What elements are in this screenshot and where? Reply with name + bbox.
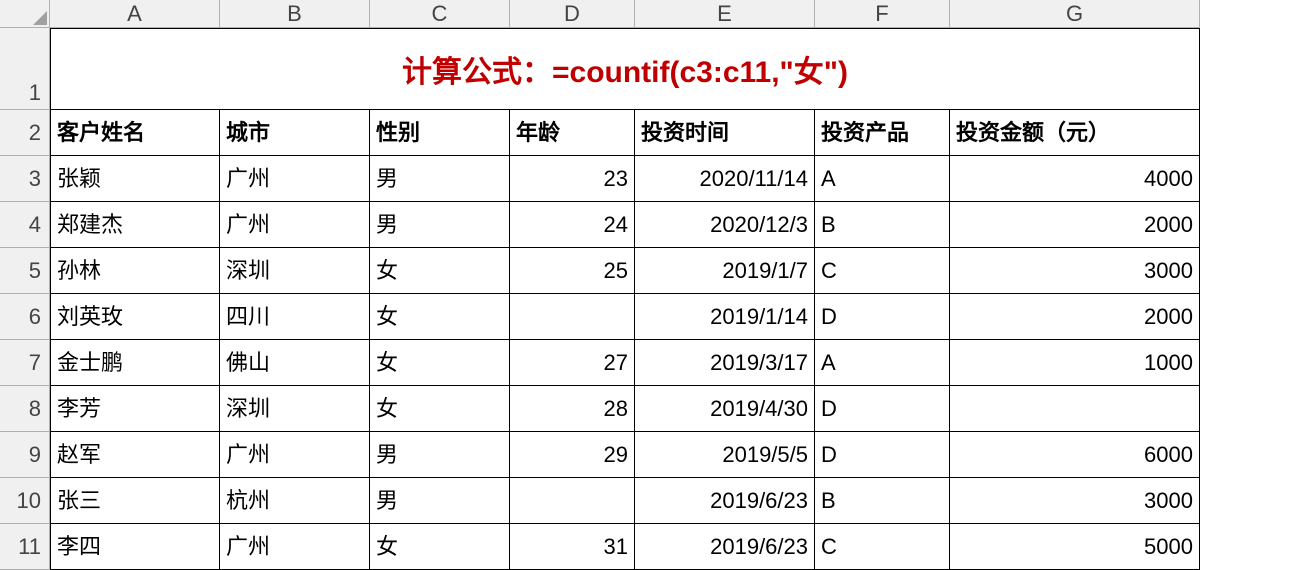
- cell-name[interactable]: 李芳: [50, 386, 220, 432]
- cell-date[interactable]: 2019/6/23: [635, 524, 815, 570]
- row-header[interactable]: 5: [0, 248, 50, 294]
- cell-name[interactable]: 张三: [50, 478, 220, 524]
- cell-name[interactable]: 李四: [50, 524, 220, 570]
- cell-gender[interactable]: 男: [370, 202, 510, 248]
- header-amount[interactable]: 投资金额（元）: [950, 110, 1200, 156]
- select-all-corner[interactable]: [0, 0, 50, 28]
- cell-gender[interactable]: 女: [370, 294, 510, 340]
- cell-age[interactable]: 23: [510, 156, 635, 202]
- header-city[interactable]: 城市: [220, 110, 370, 156]
- col-header-D[interactable]: D: [510, 0, 635, 28]
- cell-name[interactable]: 郑建杰: [50, 202, 220, 248]
- cell-age[interactable]: 24: [510, 202, 635, 248]
- header-age[interactable]: 年龄: [510, 110, 635, 156]
- row-header-1[interactable]: 1: [0, 28, 50, 110]
- cell-product[interactable]: C: [815, 524, 950, 570]
- row-header[interactable]: 8: [0, 386, 50, 432]
- header-name[interactable]: 客户姓名: [50, 110, 220, 156]
- cell-gender[interactable]: 女: [370, 248, 510, 294]
- cell-product[interactable]: D: [815, 294, 950, 340]
- cell-amount[interactable]: 4000: [950, 156, 1200, 202]
- cell-product[interactable]: A: [815, 340, 950, 386]
- cell-city[interactable]: 杭州: [220, 478, 370, 524]
- cell-name[interactable]: 刘英玫: [50, 294, 220, 340]
- cell-amount[interactable]: [950, 386, 1200, 432]
- cell-product[interactable]: D: [815, 432, 950, 478]
- cell-amount[interactable]: 6000: [950, 432, 1200, 478]
- cell-age[interactable]: 31: [510, 524, 635, 570]
- header-product[interactable]: 投资产品: [815, 110, 950, 156]
- cell-date[interactable]: 2019/6/23: [635, 478, 815, 524]
- cell-gender[interactable]: 男: [370, 432, 510, 478]
- cell-product[interactable]: B: [815, 202, 950, 248]
- cell-amount[interactable]: 3000: [950, 478, 1200, 524]
- cell-city[interactable]: 四川: [220, 294, 370, 340]
- cell-age[interactable]: 27: [510, 340, 635, 386]
- cell-age[interactable]: [510, 294, 635, 340]
- cell-gender[interactable]: 男: [370, 156, 510, 202]
- cell-age[interactable]: 25: [510, 248, 635, 294]
- cell-age[interactable]: 29: [510, 432, 635, 478]
- cell-city[interactable]: 广州: [220, 524, 370, 570]
- cell-name[interactable]: 赵军: [50, 432, 220, 478]
- col-header-B[interactable]: B: [220, 0, 370, 28]
- row-header[interactable]: 3: [0, 156, 50, 202]
- formula-title-cell[interactable]: 计算公式：=countif(c3:c11,"女"): [50, 28, 1200, 110]
- cell-amount[interactable]: 3000: [950, 248, 1200, 294]
- cell-date[interactable]: 2019/1/14: [635, 294, 815, 340]
- cell-city[interactable]: 深圳: [220, 248, 370, 294]
- row-header[interactable]: 4: [0, 202, 50, 248]
- row-header-2[interactable]: 2: [0, 110, 50, 156]
- header-date[interactable]: 投资时间: [635, 110, 815, 156]
- col-header-F[interactable]: F: [815, 0, 950, 28]
- cell-city[interactable]: 广州: [220, 156, 370, 202]
- cell-gender[interactable]: 男: [370, 478, 510, 524]
- header-gender[interactable]: 性别: [370, 110, 510, 156]
- cell-product[interactable]: D: [815, 386, 950, 432]
- cell-date[interactable]: 2019/3/17: [635, 340, 815, 386]
- cell-city[interactable]: 佛山: [220, 340, 370, 386]
- cell-date[interactable]: 2019/1/7: [635, 248, 815, 294]
- cell-age[interactable]: [510, 478, 635, 524]
- cell-product[interactable]: A: [815, 156, 950, 202]
- cell-product[interactable]: C: [815, 248, 950, 294]
- cell-gender[interactable]: 女: [370, 340, 510, 386]
- row-header[interactable]: 10: [0, 478, 50, 524]
- row-header[interactable]: 9: [0, 432, 50, 478]
- cell-name[interactable]: 张颖: [50, 156, 220, 202]
- col-header-G[interactable]: G: [950, 0, 1200, 28]
- cell-city[interactable]: 深圳: [220, 386, 370, 432]
- cell-date[interactable]: 2020/12/3: [635, 202, 815, 248]
- cell-date[interactable]: 2019/4/30: [635, 386, 815, 432]
- row-header[interactable]: 11: [0, 524, 50, 570]
- cell-name[interactable]: 孙林: [50, 248, 220, 294]
- cell-date[interactable]: 2020/11/14: [635, 156, 815, 202]
- cell-city[interactable]: 广州: [220, 432, 370, 478]
- cell-amount[interactable]: 5000: [950, 524, 1200, 570]
- cell-date[interactable]: 2019/5/5: [635, 432, 815, 478]
- cell-gender[interactable]: 女: [370, 524, 510, 570]
- row-header[interactable]: 7: [0, 340, 50, 386]
- cell-amount[interactable]: 2000: [950, 294, 1200, 340]
- row-header[interactable]: 6: [0, 294, 50, 340]
- cell-age[interactable]: 28: [510, 386, 635, 432]
- col-header-C[interactable]: C: [370, 0, 510, 28]
- col-header-A[interactable]: A: [50, 0, 220, 28]
- cell-product[interactable]: B: [815, 478, 950, 524]
- cell-amount[interactable]: 1000: [950, 340, 1200, 386]
- cell-city[interactable]: 广州: [220, 202, 370, 248]
- spreadsheet-grid[interactable]: A B C D E F G 1 计算公式：=countif(c3:c11,"女"…: [0, 0, 1306, 570]
- cell-amount[interactable]: 2000: [950, 202, 1200, 248]
- col-header-E[interactable]: E: [635, 0, 815, 28]
- cell-gender[interactable]: 女: [370, 386, 510, 432]
- cell-name[interactable]: 金士鹏: [50, 340, 220, 386]
